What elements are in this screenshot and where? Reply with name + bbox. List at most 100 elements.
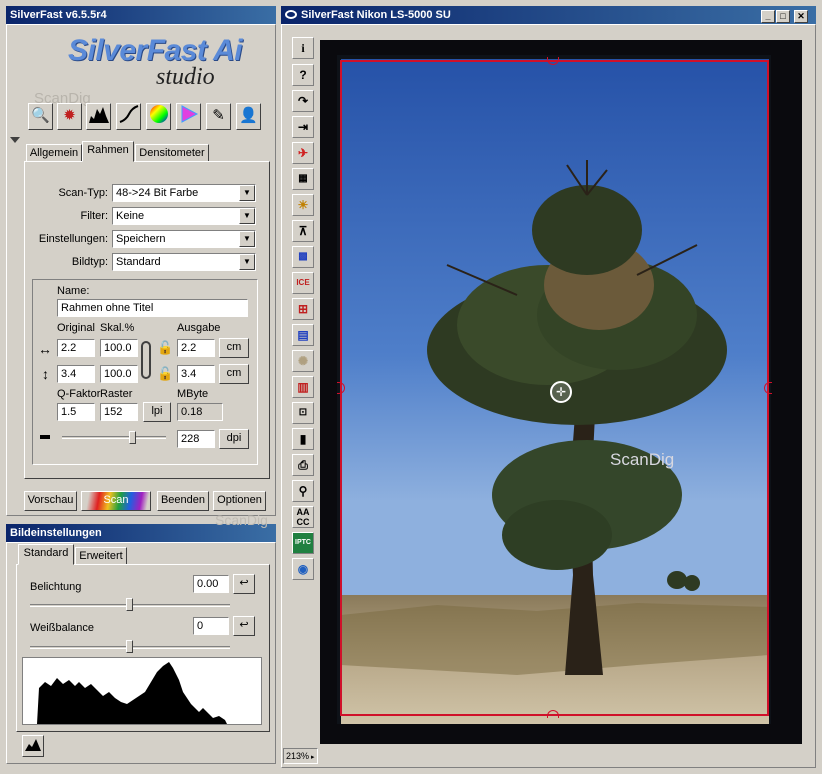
filter-icon[interactable]: ⊼	[292, 220, 314, 242]
resolution-slider-thumb[interactable]	[128, 431, 136, 444]
right-window-title: SilverFast Nikon LS-5000 SU	[301, 9, 451, 21]
scan-button[interactable]: Scan	[81, 491, 151, 511]
scan-typ-select[interactable]: 48->24 Bit Farbe ▼	[112, 184, 256, 202]
dust-icon[interactable]: ⊞	[292, 298, 314, 320]
weissbalance-field[interactable]: 0	[193, 617, 229, 635]
weissbalance-slider-thumb[interactable]	[126, 640, 133, 653]
expand-triangle-icon[interactable]	[10, 137, 20, 143]
expert-icon[interactable]: 👤	[236, 103, 261, 130]
histogram-toggle-button[interactable]	[22, 735, 44, 757]
info-icon[interactable]: i	[292, 37, 314, 59]
color-wheel-icon[interactable]	[146, 103, 171, 130]
help-icon[interactable]: ?	[292, 64, 314, 86]
qfaktor-field[interactable]: 1.5	[57, 403, 95, 421]
tab-erweitert[interactable]: Erweitert	[75, 547, 127, 565]
minimize-button[interactable]: _	[761, 10, 775, 23]
chevron-down-icon[interactable]: ▼	[239, 231, 255, 247]
print-icon[interactable]: ⎙	[292, 454, 314, 476]
beenden-button[interactable]: Beenden	[157, 491, 209, 511]
bildtyp-value: Standard	[116, 256, 161, 268]
lock-icon[interactable]: ▮	[292, 428, 314, 450]
einstellungen-value: Speichern	[116, 233, 166, 245]
maximize-button[interactable]: □	[776, 10, 790, 23]
width-ausgabe-field[interactable]: 2.2	[177, 339, 215, 357]
selective-color-icon[interactable]	[176, 103, 201, 130]
zoom-indicator[interactable]: 213% ▸	[283, 748, 318, 764]
flip-icon[interactable]: ⇥	[292, 116, 314, 138]
name-field[interactable]: Rahmen ohne Titel	[57, 299, 248, 317]
resolution-unit-button[interactable]: dpi	[219, 429, 249, 449]
scanner-icon[interactable]: ⚲	[292, 480, 314, 502]
width-original-field[interactable]: 2.2	[57, 339, 95, 357]
belichtung-reset-button[interactable]: ↩	[233, 574, 255, 594]
close-button[interactable]: ✕	[794, 10, 808, 23]
histogram-display	[22, 657, 262, 725]
col-ausgabe-label: Ausgabe	[177, 322, 221, 334]
height-original-field[interactable]: 3.4	[57, 365, 95, 383]
raster-unit-button[interactable]: lpi	[143, 402, 171, 422]
rotate-icon[interactable]: ↷	[292, 90, 314, 112]
zoom-arrow-icon: ▸	[309, 754, 315, 761]
col-skal-label: Skal.%	[100, 322, 135, 334]
height-lock-icon[interactable]: 🔓	[157, 366, 173, 382]
chevron-down-icon[interactable]: ▼	[239, 208, 255, 224]
crop-icon[interactable]: ⊡	[292, 402, 314, 424]
rotate-view-icon[interactable]: ◉	[292, 558, 314, 580]
raster-field[interactable]: 152	[100, 403, 138, 421]
mbyte-label: MByte	[177, 388, 209, 400]
bildtyp-select[interactable]: Standard ▼	[112, 253, 256, 271]
chevron-down-icon[interactable]: ▼	[239, 185, 255, 201]
aperture-icon[interactable]: ✹	[57, 103, 82, 130]
tab-densitometer[interactable]: Densitometer	[135, 144, 209, 162]
ice-icon[interactable]: ICE	[292, 272, 314, 294]
left-window-titlebar[interactable]: SilverFast v6.5.5r4	[6, 6, 276, 24]
filter-label: Filter:	[80, 210, 109, 222]
weissbalance-label: Weißbalance	[30, 622, 94, 634]
resolution-slider-track[interactable]	[62, 436, 166, 439]
chevron-down-icon[interactable]: ▼	[239, 254, 255, 270]
width-unit-button[interactable]: cm	[219, 338, 249, 358]
bildtyp-label: Bildtyp:	[71, 256, 108, 268]
belichtung-label: Belichtung	[30, 581, 82, 593]
width-lock-icon[interactable]: 🔓	[157, 340, 173, 356]
scan-typ-value: 48->24 Bit Farbe	[116, 187, 199, 199]
iptc-icon[interactable]: IPTC	[292, 532, 314, 554]
tab-standard[interactable]: Standard	[18, 544, 74, 565]
right-window-titlebar[interactable]: SilverFast Nikon LS-5000 SU	[281, 6, 816, 24]
aacc-icon[interactable]: AA CC	[292, 506, 314, 528]
chain-link-icon[interactable]	[141, 341, 151, 379]
resolution-small-icon	[40, 435, 50, 439]
einstellungen-select[interactable]: Speichern ▼	[112, 230, 256, 248]
frame-handle-bottom[interactable]	[547, 710, 559, 718]
frame-center-icon[interactable]: ✛	[550, 381, 572, 403]
name-label: Name:	[57, 285, 90, 297]
filter-select[interactable]: Keine ▼	[112, 207, 256, 225]
tab-allgemein[interactable]: Allgemein	[26, 144, 82, 162]
multi-icon[interactable]: ▤	[292, 324, 314, 346]
gradation-curve-icon[interactable]	[116, 103, 141, 130]
width-skal-field[interactable]: 100.0	[100, 339, 138, 357]
resolution-field[interactable]: 228	[177, 430, 215, 448]
belichtung-field[interactable]: 0.00	[193, 575, 229, 593]
vorschau-button[interactable]: Vorschau	[24, 491, 77, 511]
brightness-icon[interactable]: ☀	[292, 194, 314, 216]
watermark-bild: ScanDig	[215, 512, 268, 528]
sun-icon[interactable]: ✺	[292, 350, 314, 372]
histogram-icon[interactable]	[86, 103, 111, 130]
grain-icon[interactable]: ▦	[292, 168, 314, 190]
filter-value: Keine	[116, 210, 145, 222]
belichtung-slider-thumb[interactable]	[126, 598, 133, 611]
height-unit-button[interactable]: cm	[219, 364, 249, 384]
optionen-button[interactable]: Optionen	[213, 491, 266, 511]
weissbalance-reset-button[interactable]: ↩	[233, 616, 255, 636]
scan-typ-label: Scan-Typ:	[58, 187, 108, 199]
height-skal-field[interactable]: 100.0	[100, 365, 138, 383]
tab-rahmen[interactable]: Rahmen	[82, 141, 134, 162]
cam-icon[interactable]: ▥	[292, 376, 314, 398]
frame-handle-right[interactable]	[764, 382, 772, 394]
pipette-icon[interactable]: ✎	[206, 103, 231, 130]
height-ausgabe-field[interactable]: 3.4	[177, 365, 215, 383]
plane-icon[interactable]: ✈	[292, 142, 314, 164]
sharpen-icon[interactable]: ▩	[292, 246, 314, 268]
zoom-icon[interactable]: 🔍	[28, 103, 53, 130]
